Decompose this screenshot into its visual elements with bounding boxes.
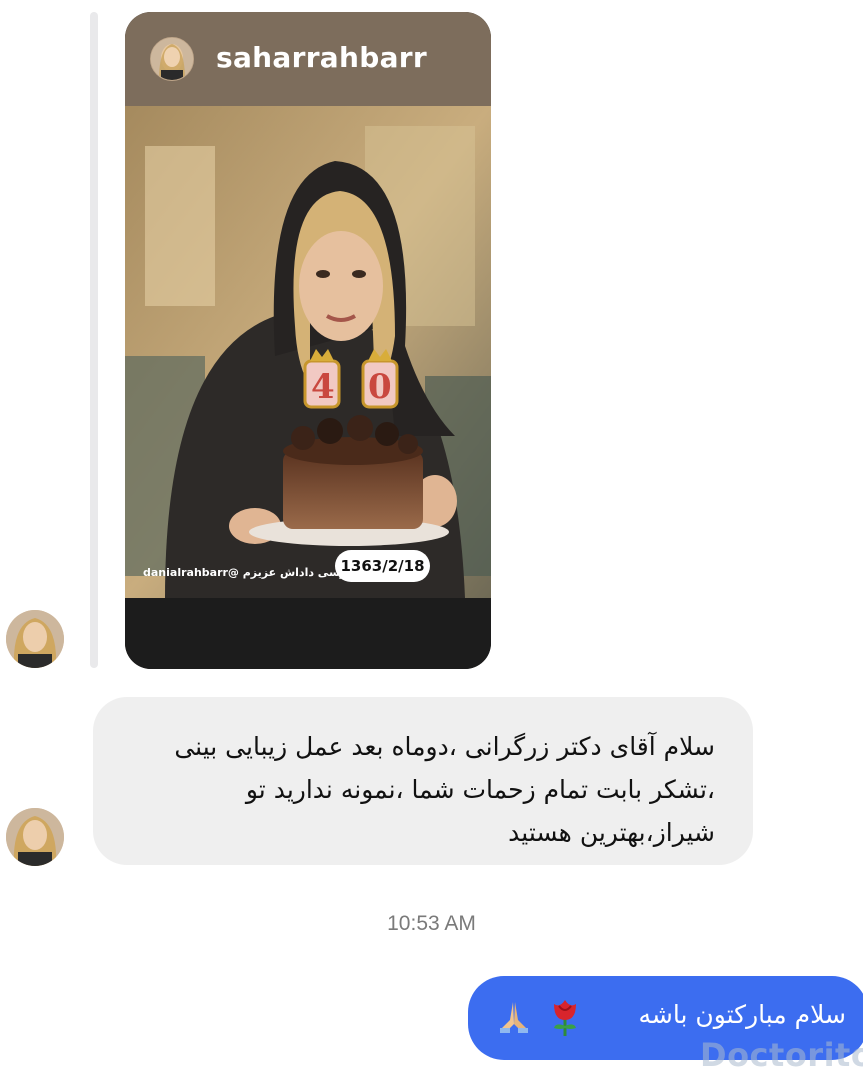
- svg-text:4: 4: [311, 367, 335, 407]
- story-photo: 4 0: [125, 106, 491, 598]
- watermark: Doctorito: [700, 1036, 863, 1074]
- story-date-sticker: 1363/2/18: [335, 550, 430, 582]
- incoming-message-text: سلام آقای دکتر زرگرانی ،دوماه بعد عمل زی…: [174, 732, 715, 847]
- reply-indicator-bar: [90, 12, 98, 668]
- praying-hands-icon: [496, 998, 532, 1038]
- shared-story-card[interactable]: saharrahbarr 4 0 danialrahbarr@ مرسی داد…: [125, 12, 491, 669]
- sender-avatar[interactable]: [6, 808, 64, 866]
- story-username[interactable]: saharrahbarr: [216, 41, 427, 74]
- sender-avatar[interactable]: [6, 610, 64, 668]
- message-timestamp: 10:53 AM: [387, 912, 476, 935]
- svg-text:0: 0: [368, 367, 392, 407]
- incoming-message-bubble[interactable]: سلام آقای دکتر زرگرانی ،دوماه بعد عمل زی…: [93, 697, 753, 865]
- story-header: saharrahbarr: [125, 12, 491, 106]
- rose-icon: [548, 996, 582, 1040]
- story-caption: danialrahbarr@ مرسی داداش عزیزم: [143, 566, 354, 579]
- story-avatar[interactable]: [150, 37, 194, 81]
- story-footer: [125, 598, 491, 669]
- outgoing-message-text: سلام مبارکتون باشه: [638, 1000, 846, 1029]
